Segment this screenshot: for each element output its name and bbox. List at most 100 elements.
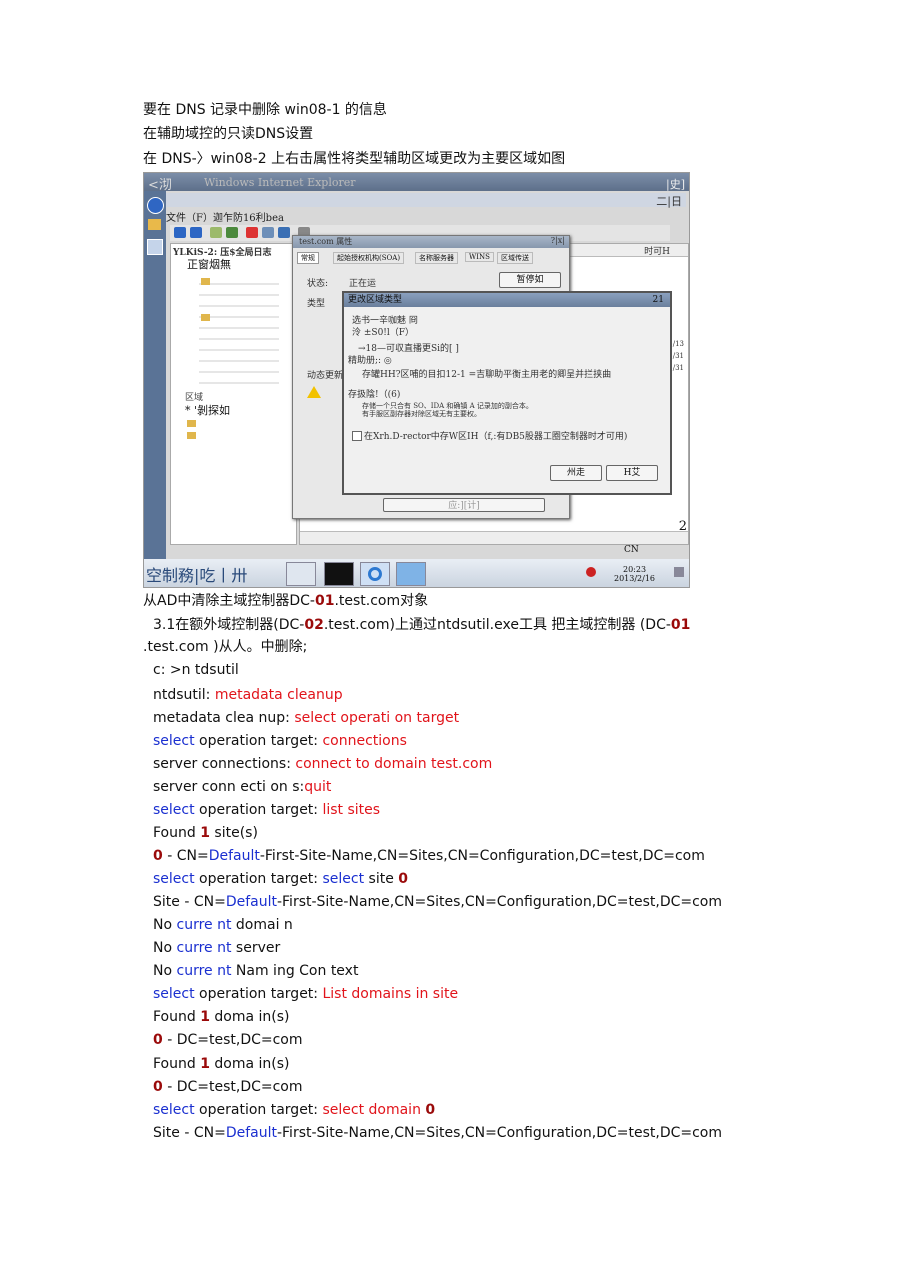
command-segment: -First-Site-Name,CN=Sites,CN=Configurati… (276, 1125, 723, 1141)
intro-line-3: 在 DNS-〉win08-2 上右击属性将类型辅助区域更改为主要区域如图 (143, 151, 566, 167)
status-label: 状态: (307, 279, 329, 289)
dialog-checkbox-label: 在Xrh.D-rector中存W区IH（f,:有DB5股器工圈空制器时才可用) (364, 432, 628, 442)
command-line: Found 1 doma in(s) (153, 1008, 290, 1026)
command-segment: select (153, 733, 195, 749)
dialog-close[interactable]: 21 (653, 293, 664, 307)
tab-zone-transfers[interactable]: 区域传送 (497, 252, 533, 264)
command-segment: connect to domain test.com (295, 756, 493, 772)
command-line: c: >n tdsutil (153, 661, 239, 679)
command-segment: select domain (322, 1102, 426, 1118)
screenshot-title-right: |史] (666, 178, 685, 191)
internet-explorer-icon[interactable] (360, 562, 390, 586)
command-segment: doma in(s) (209, 1009, 290, 1025)
horizontal-scrollbar[interactable] (300, 531, 688, 544)
command-segment: Default (225, 894, 277, 910)
command-segment: list sites (322, 802, 381, 818)
tab-soa[interactable]: 起始授权机构(SOA) (333, 252, 405, 264)
command-segment: metadata clea nup: (153, 710, 295, 726)
command-segment: 0 (153, 848, 163, 864)
embedded-screenshot: <沏 Windows Internet Explorer |史] 二|日 文件（… (143, 172, 690, 588)
show-desktop-icon[interactable] (674, 567, 684, 577)
command-line: 0 - DC=test,DC=com (153, 1031, 303, 1049)
folder-icon (148, 219, 161, 230)
command-line: Site - CN=Default-First-Site-Name,CN=Sit… (153, 1124, 722, 1142)
dialog-ok-button[interactable]: 州走 (550, 465, 602, 481)
main-column-header: 时可H (644, 247, 670, 257)
apply-button[interactable]: 应:][计] (383, 498, 545, 512)
tab-general[interactable]: 常规 (297, 252, 319, 264)
command-segment: operation target: (194, 802, 323, 818)
dialog-line-2: 泠 ±S0!l（F） (352, 328, 415, 338)
corner-cn: CN (624, 545, 639, 555)
intro-line-1: 要在 DNS 记录中删除 win08-1 的信息 (143, 102, 387, 118)
command-segment: Found (153, 825, 201, 841)
intro-line-2: 在辅助域控的只读DNS设置 (143, 126, 314, 142)
dialog-line-6: 存扱陰!（(6) (348, 390, 401, 400)
folder-icon (187, 432, 196, 439)
dialog-cancel-button[interactable]: H艾 (606, 465, 658, 481)
taskbar-label[interactable]: 空制務|吃丨卅 (146, 562, 247, 586)
command-segment: select (322, 871, 365, 887)
server-manager-icon[interactable] (396, 562, 426, 586)
ad-integrated-checkbox[interactable] (352, 431, 362, 441)
command-segment: -First-Site-Name,CN=Sites,CN=Configurati… (259, 848, 705, 864)
tab-wins[interactable]: WINS (465, 252, 494, 262)
screenshot-left-strip (144, 191, 166, 559)
command-segment: Site - CN= (153, 894, 226, 910)
properties-tabs: 常规 起始授权机构(SOA) 名称服务器 WINS 区域传送 (297, 252, 565, 264)
command-segment: ntdsutil: (153, 687, 215, 703)
command-segment: operation target: (194, 733, 323, 749)
tree-icon[interactable] (226, 227, 238, 238)
properties-close[interactable]: ?|x| (551, 236, 565, 245)
command-segment: curre nt (176, 917, 232, 933)
command-segment: 0 (398, 871, 409, 887)
screenshot-menu[interactable]: 文件（F）迦乍防16利bea (166, 209, 686, 224)
command-line: 0 - CN=Default-First-Site-Name,CN=Sites,… (153, 847, 705, 865)
command-segment: operation target: (194, 871, 323, 887)
command-segment: curre nt (176, 940, 232, 956)
command-segment: - CN= (162, 848, 209, 864)
command-line: Found 1 site(s) (153, 824, 258, 842)
pause-button[interactable]: 暂停如 (499, 272, 561, 288)
network-icon[interactable] (286, 562, 316, 586)
dialog-line-8: 有手服区副存器对除区域无有主要权。 (362, 410, 481, 418)
command-line: ntdsutil: metadata cleanup (153, 686, 343, 704)
screenshot-tree-pane: YLKiS-2: 压$全局日志 正窗烟無 区域 * '剝探如 (170, 243, 297, 545)
tree-item-1[interactable]: 正窗烟無 (187, 256, 231, 272)
up-icon[interactable] (210, 227, 222, 238)
type-label: 类型 (307, 299, 326, 309)
command-segment: Nam ing Con text (231, 963, 359, 979)
command-segment: select operati on target (294, 710, 460, 726)
command-segment: c: >n tdsutil (153, 662, 239, 678)
back-arrow-icon[interactable] (174, 227, 186, 238)
command-line: select operation target: List domains in… (153, 985, 458, 1003)
command-segment: server conn ecti on s: (153, 779, 305, 795)
tab-nameservers[interactable]: 名称服务器 (415, 252, 458, 264)
command-line: No curre nt domai n (153, 916, 293, 934)
delete-icon[interactable] (246, 227, 258, 238)
command-line: server connections: connect to domain te… (153, 755, 492, 773)
tray-alert-icon[interactable] (586, 567, 596, 577)
properties-icon[interactable] (262, 227, 274, 238)
tree-blurred-items (199, 274, 279, 384)
terminal-icon[interactable] (324, 562, 354, 586)
command-segment: operation target: (194, 1102, 323, 1118)
properties-title: test.com 属性 (299, 237, 353, 246)
help-icon[interactable] (278, 227, 290, 238)
tree-item-3[interactable]: * '剝探如 (185, 402, 230, 418)
search-icon (147, 239, 163, 255)
command-segment: doma in(s) (209, 1056, 290, 1072)
command-segment: 1 (200, 1009, 210, 1025)
command-segment: 0 (425, 1102, 436, 1118)
command-segment: Default (225, 1125, 277, 1141)
command-segment: server (231, 940, 281, 956)
back-icon (147, 197, 164, 214)
command-segment: - DC=test,DC=com (162, 1032, 303, 1048)
command-segment: No (153, 917, 177, 933)
tray-date: 2013/2/16 (614, 574, 656, 583)
command-segment: site (364, 871, 399, 887)
forward-arrow-icon[interactable] (190, 227, 202, 238)
command-line: select operation target: select domain 0 (153, 1101, 435, 1119)
corner-number: 2 (678, 519, 687, 534)
command-segment: quit (304, 779, 332, 795)
